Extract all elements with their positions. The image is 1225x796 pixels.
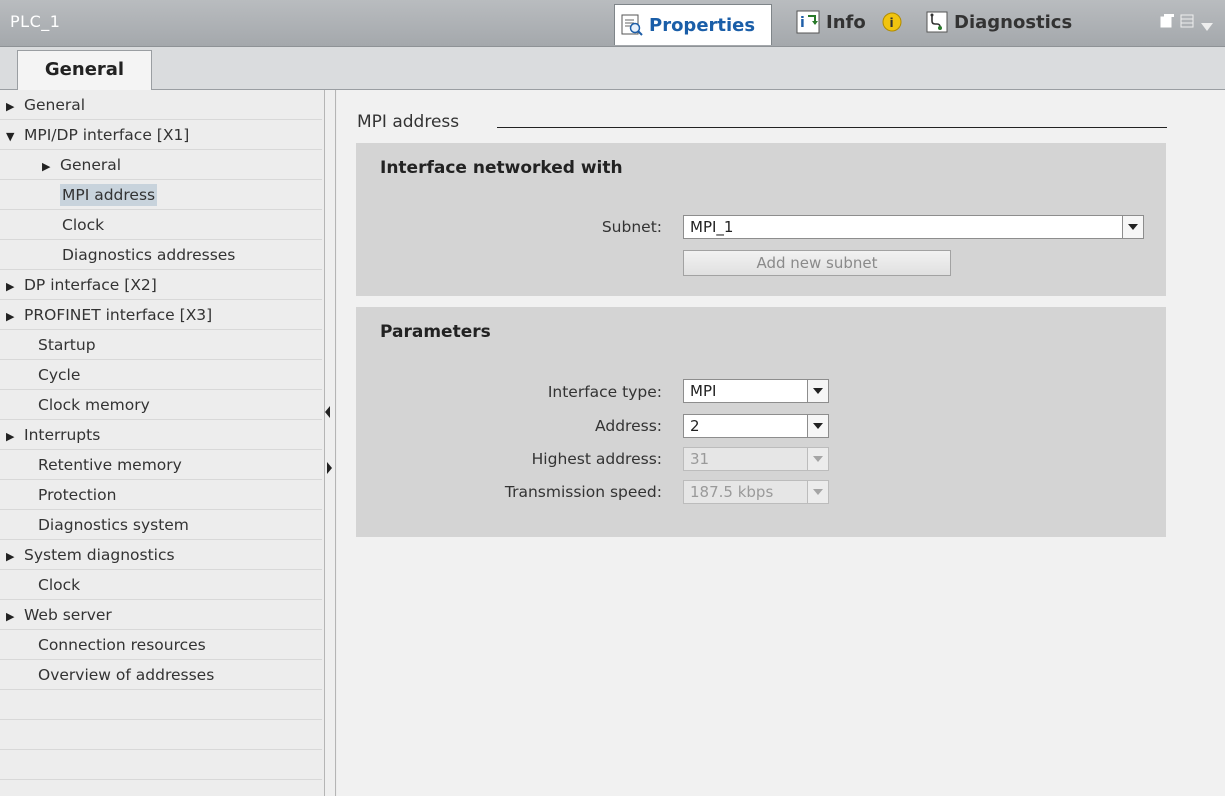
nav-item-clock[interactable]: Clock [0, 570, 322, 600]
nav-item-protection[interactable]: Protection [0, 480, 322, 510]
expand-arrow-icon[interactable]: ▶ [6, 272, 24, 302]
properties-content: MPI address Interface networked with Sub… [337, 90, 1225, 796]
tab-general[interactable]: General [17, 50, 152, 90]
diagnostics-icon [926, 11, 948, 33]
nav-item-general[interactable]: ▶ General [0, 90, 322, 120]
layout-icon[interactable] [1180, 14, 1194, 28]
expand-arrow-icon[interactable]: ▶ [6, 422, 24, 452]
info-icon: i [796, 10, 820, 34]
nav-empty-row [0, 690, 322, 720]
nav-item-diagnostics-addresses[interactable]: Diagnostics addresses [0, 240, 322, 270]
section-divider [497, 127, 1167, 128]
chevron-down-icon[interactable] [807, 379, 829, 403]
transmission-speed-label: Transmission speed: [504, 483, 662, 501]
expand-arrow-icon[interactable]: ▶ [6, 92, 24, 122]
collapse-arrow-icon[interactable]: ▼ [6, 122, 24, 152]
tab-properties-label: Properties [649, 14, 756, 36]
navigation-tree: ▶ General ▼ MPI/DP interface [X1] ▶ General… [0, 90, 322, 796]
nav-item-mpi-dp-interface[interactable]: ▼ MPI/DP interface [X1] [0, 120, 322, 150]
add-new-subnet-button[interactable]: Add new subnet [683, 250, 951, 276]
tab-properties[interactable]: Properties [614, 4, 772, 45]
expand-arrow-icon[interactable]: ▶ [6, 302, 24, 332]
nav-item-overview-of-addresses[interactable]: Overview of addresses [0, 660, 322, 690]
properties-icon [621, 14, 643, 36]
nav-item-startup[interactable]: Startup [0, 330, 322, 360]
chevron-down-icon[interactable] [807, 414, 829, 438]
tab-diagnostics-label: Diagnostics [954, 11, 1073, 33]
expand-right-arrow-icon[interactable] [327, 462, 332, 474]
parameters-group: Parameters Interface type: MPI Address: … [356, 307, 1166, 537]
collapse-left-arrow-icon[interactable] [325, 406, 330, 418]
tab-diagnostics[interactable]: Diagnostics [920, 3, 1094, 41]
nav-empty-row [0, 720, 322, 750]
nav-item-mpi-clock[interactable]: Clock [0, 210, 322, 240]
nav-item-clock-memory[interactable]: Clock memory [0, 390, 322, 420]
subnet-select[interactable]: MPI_1 [683, 215, 1144, 239]
interface-networked-group: Interface networked with Subnet: MPI_1 A… [356, 143, 1166, 296]
title-bar: PLC_1 Properties i Info i Diagnostics [0, 0, 1225, 47]
nav-item-dp-interface[interactable]: ▶ DP interface [X2] [0, 270, 322, 300]
nav-item-mpi-general[interactable]: ▶ General [0, 150, 322, 180]
subnet-label: Subnet: [601, 218, 662, 236]
tab-info-label: Info [826, 11, 866, 33]
nav-item-connection-resources[interactable]: Connection resources [0, 630, 322, 660]
expand-arrow-icon[interactable]: ▶ [6, 542, 24, 572]
nav-item-diagnostics-system[interactable]: Diagnostics system [0, 510, 322, 540]
nav-item-retentive-memory[interactable]: Retentive memory [0, 450, 322, 480]
interface-type-select[interactable]: MPI [683, 379, 829, 403]
interface-type-label: Interface type: [547, 383, 662, 401]
transmission-speed-select: 187.5 kbps [683, 480, 829, 504]
highest-address-select: 31 [683, 447, 829, 471]
group-title-interface: Interface networked with [380, 158, 623, 178]
group-title-parameters: Parameters [380, 322, 491, 342]
section-title: MPI address [357, 112, 460, 132]
expand-arrow-icon[interactable]: ▶ [42, 152, 60, 182]
nav-item-profinet-interface[interactable]: ▶ PROFINET interface [X3] [0, 300, 322, 330]
info-badge-icon: i [882, 12, 902, 32]
section-tabs: General [0, 47, 1225, 90]
svg-text:i: i [800, 15, 805, 31]
nav-item-mpi-address[interactable]: MPI address [0, 180, 322, 210]
tab-info[interactable]: i Info i [796, 3, 916, 41]
address-select[interactable]: 2 [683, 414, 829, 438]
window-title: PLC_1 [10, 12, 61, 31]
menu-chevron-down-icon[interactable] [1200, 18, 1214, 32]
panel-splitter[interactable] [324, 90, 336, 796]
nav-item-system-diagnostics[interactable]: ▶ System diagnostics [0, 540, 322, 570]
nav-item-cycle[interactable]: Cycle [0, 360, 322, 390]
selected-nav-label: MPI address [60, 184, 158, 206]
chevron-down-icon [807, 447, 829, 471]
nav-empty-row [0, 750, 322, 780]
nav-item-interrupts[interactable]: ▶ Interrupts [0, 420, 322, 450]
nav-item-web-server[interactable]: ▶ Web server [0, 600, 322, 630]
chevron-down-icon [807, 480, 829, 504]
highest-address-label: Highest address: [531, 450, 662, 468]
expand-arrow-icon[interactable]: ▶ [6, 602, 24, 632]
restore-window-icon[interactable] [1160, 14, 1174, 28]
chevron-down-icon[interactable] [1122, 215, 1144, 239]
address-label: Address: [595, 417, 662, 435]
svg-text:i: i [889, 16, 893, 30]
